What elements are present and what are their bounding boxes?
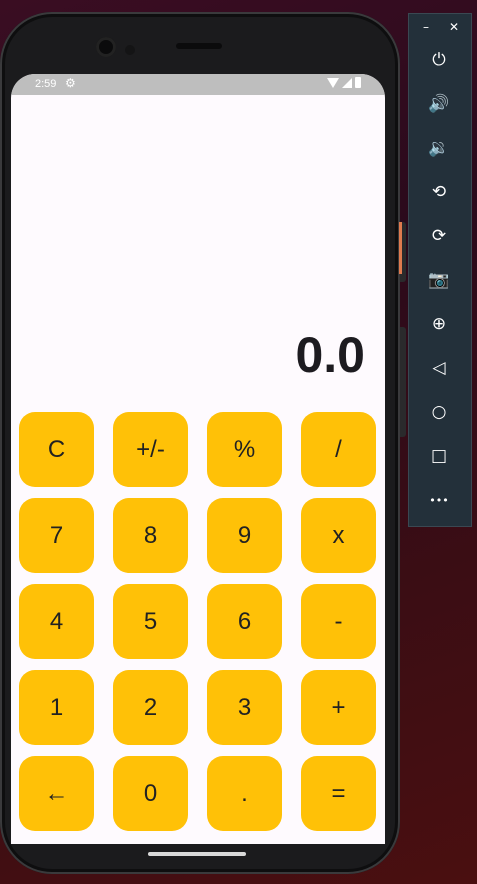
phone-frame: 2:59 ⚙ 0.0 C +/-% / 7 8 9 x 4 5 6- 1 2 3 + ← 0. = xyxy=(0,12,406,874)
digit-7-button[interactable]: 7 xyxy=(19,498,94,573)
result-display: 0.0 xyxy=(295,327,365,383)
side-button xyxy=(400,327,406,437)
power-icon[interactable]: ⏻ xyxy=(421,46,457,74)
back-icon[interactable]: ◁ xyxy=(421,354,457,382)
window-accent-strip xyxy=(399,222,402,274)
settings-gear-icon: ⚙ xyxy=(65,76,76,90)
digit-1-button[interactable]: 1 xyxy=(19,670,94,745)
emulator-toolbar: – ✕ ⏻ 🔊 🔉 ⟲ ⟳ 📷 ⊕ ◁ ○ □ ••• xyxy=(408,13,472,527)
digit-9-button[interactable]: 9 xyxy=(207,498,282,573)
more-icon[interactable]: ••• xyxy=(421,486,457,514)
gesture-home-bar[interactable] xyxy=(148,852,246,856)
cell-signal-icon xyxy=(342,77,352,88)
percent-button[interactable]: % xyxy=(207,412,282,487)
toolbar-window-controls: – ✕ xyxy=(409,20,471,36)
earpiece-speaker xyxy=(176,43,222,49)
digit-3-button[interactable]: 3 xyxy=(207,670,282,745)
minimize-button[interactable]: – xyxy=(423,20,429,34)
digit-2-button[interactable]: 2 xyxy=(113,670,188,745)
divide-button[interactable]: / xyxy=(301,412,376,487)
digit-0-button[interactable]: 0 xyxy=(113,756,188,831)
status-icons xyxy=(327,77,361,88)
digit-5-button[interactable]: 5 xyxy=(113,584,188,659)
clear-button[interactable]: C xyxy=(19,412,94,487)
front-camera xyxy=(96,37,116,57)
volume-down-icon[interactable]: 🔉 xyxy=(421,134,457,162)
close-button[interactable]: ✕ xyxy=(449,20,459,34)
multiply-button[interactable]: x xyxy=(301,498,376,573)
negate-button[interactable]: +/- xyxy=(113,412,188,487)
volume-up-icon[interactable]: 🔊 xyxy=(421,90,457,118)
decimal-button[interactable]: . xyxy=(207,756,282,831)
digit-4-button[interactable]: 4 xyxy=(19,584,94,659)
zoom-icon[interactable]: ⊕ xyxy=(421,310,457,338)
status-time: 2:59 xyxy=(35,78,57,90)
backspace-button[interactable]: ← xyxy=(19,756,94,831)
camera-icon[interactable]: 📷 xyxy=(421,266,457,294)
rotate-left-icon[interactable]: ⟲ xyxy=(421,178,457,206)
app-screen: 2:59 ⚙ 0.0 C +/-% / 7 8 9 x 4 5 6- 1 2 3 + ← 0. = xyxy=(11,74,385,844)
add-button[interactable]: + xyxy=(301,670,376,745)
equals-button[interactable]: = xyxy=(301,756,376,831)
battery-icon xyxy=(355,77,361,88)
rotate-right-icon[interactable]: ⟳ xyxy=(421,222,457,250)
digit-8-button[interactable]: 8 xyxy=(113,498,188,573)
subtract-button[interactable]: - xyxy=(301,584,376,659)
home-icon[interactable]: ○ xyxy=(421,398,457,426)
sensor xyxy=(125,45,135,55)
wifi-icon xyxy=(327,77,339,88)
status-bar: 2:59 ⚙ xyxy=(11,74,385,95)
digit-6-button[interactable]: 6 xyxy=(207,584,282,659)
overview-icon[interactable]: □ xyxy=(421,442,457,470)
